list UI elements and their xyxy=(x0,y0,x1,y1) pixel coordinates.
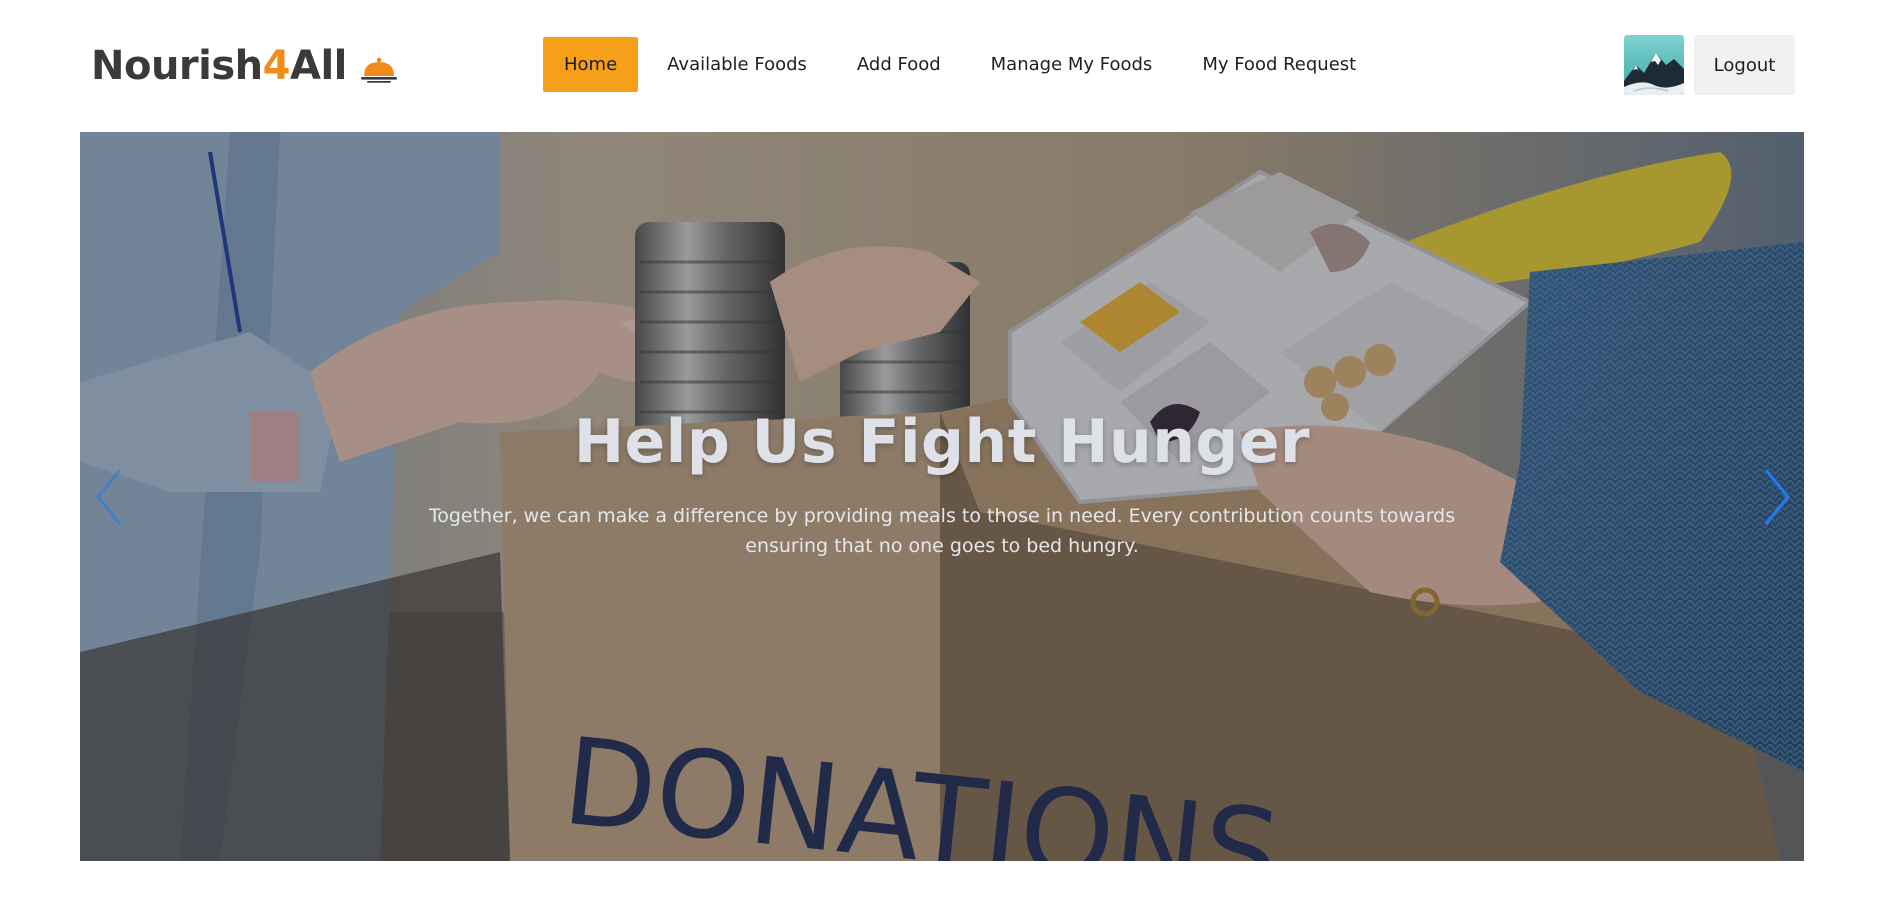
food-cloche-icon xyxy=(360,57,397,83)
chevron-left-icon xyxy=(96,469,122,525)
main-nav: Home Available Foods Add Food Manage My … xyxy=(543,37,1385,92)
navbar: Nourish4All Home Available Foods Add Foo… xyxy=(0,0,1883,132)
carousel-next-button[interactable] xyxy=(1756,462,1796,532)
hero-subtitle: Together, we can make a difference by pr… xyxy=(428,505,1456,557)
carousel-prev-button[interactable] xyxy=(90,462,130,532)
hero-carousel: DONATIONS Help Us Fight Hunger Together,… xyxy=(80,132,1804,861)
nav-add-food[interactable]: Add Food xyxy=(836,37,962,92)
chevron-right-icon xyxy=(1764,469,1790,525)
nav-home[interactable]: Home xyxy=(543,37,639,92)
nav-manage-my-foods[interactable]: Manage My Foods xyxy=(970,37,1174,92)
hero-caption: Help Us Fight Hunger Together, we can ma… xyxy=(80,407,1804,561)
hero-title: Help Us Fight Hunger xyxy=(573,407,1311,477)
nav-my-food-request[interactable]: My Food Request xyxy=(1181,37,1377,92)
logout-button[interactable]: Logout xyxy=(1694,35,1795,95)
user-area: Logout xyxy=(1624,35,1795,95)
brand-name: Nourish4All xyxy=(91,43,347,89)
nav-available-foods[interactable]: Available Foods xyxy=(646,37,828,92)
brand-logo[interactable]: Nourish4All xyxy=(91,40,399,92)
user-avatar[interactable] xyxy=(1624,35,1684,95)
